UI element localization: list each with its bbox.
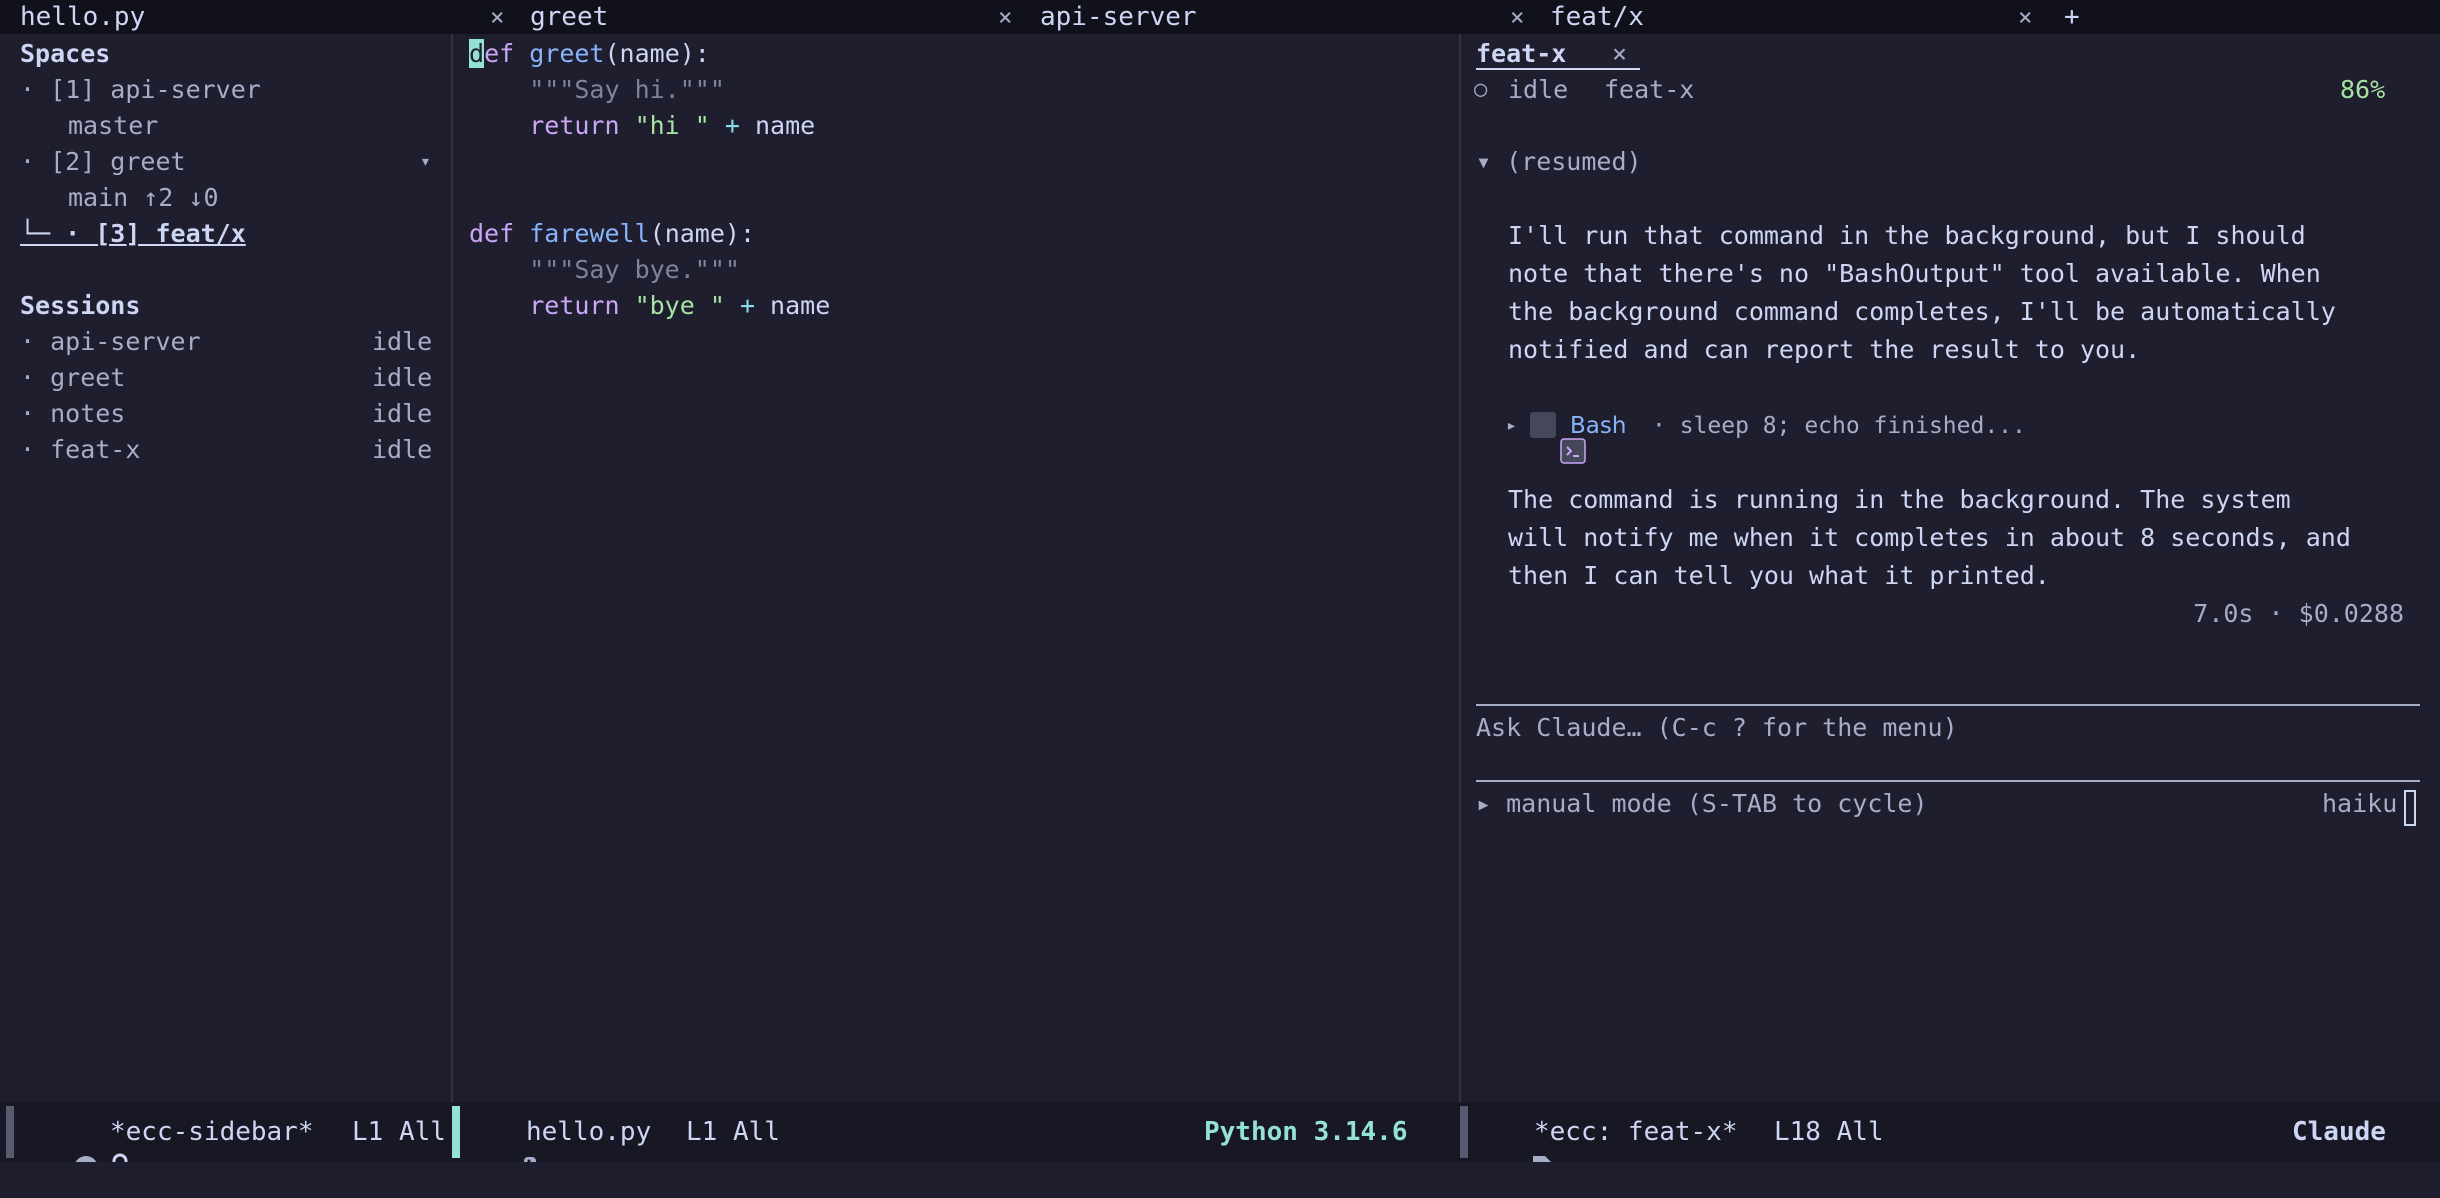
resumed-toggle[interactable]: ▾ (resumed) bbox=[1476, 144, 1642, 180]
spaces-heading: Spaces bbox=[20, 39, 111, 68]
file-icon bbox=[1500, 1118, 1552, 1180]
tool-name[interactable]: Bash bbox=[1570, 408, 1626, 444]
emoji-icon bbox=[42, 1118, 99, 1180]
tab-close-icon[interactable]: × bbox=[1510, 0, 1524, 34]
code-token: """Say hi.""" bbox=[469, 75, 725, 104]
claude-tab[interactable]: feat-x bbox=[1476, 36, 1566, 72]
modeline-major-mode[interactable]: Python 3.14.6 bbox=[1204, 1102, 1408, 1162]
space-branch-main[interactable]: main ↑2 ↓0 bbox=[68, 180, 219, 216]
tab-close-icon[interactable]: × bbox=[2018, 0, 2032, 34]
code-line[interactable]: return "bye " + name bbox=[469, 288, 830, 324]
assistant-message-line: notified and can report the result to yo… bbox=[1508, 335, 2141, 364]
chevron-down-icon[interactable]: ▾ bbox=[420, 144, 431, 180]
code-token: greet bbox=[529, 39, 605, 68]
lock-icon bbox=[78, 1116, 130, 1180]
tab-feat-x[interactable]: feat/x bbox=[1550, 0, 1644, 34]
code-token: + bbox=[709, 111, 755, 140]
code-token: def bbox=[469, 219, 530, 248]
new-tab-icon[interactable]: + bbox=[2064, 0, 2080, 34]
editor-pane[interactable]: def greet(name): """Say hi.""" return "h… bbox=[453, 34, 1459, 1102]
modeline-position: L1 All bbox=[352, 1117, 446, 1147]
context-percent: 86% bbox=[2340, 75, 2386, 104]
code-token: name bbox=[755, 111, 816, 140]
session-status: idle bbox=[1508, 75, 1569, 104]
tab-greet[interactable]: greet bbox=[530, 0, 608, 34]
code-token: (name): bbox=[649, 219, 755, 248]
space-item-feat-x-selected[interactable]: └─ · [3] feat/x bbox=[20, 216, 246, 252]
tab-api-server[interactable]: api-server bbox=[1040, 0, 1197, 34]
assistant-message-line: the background command completes, I'll b… bbox=[1508, 297, 2336, 326]
code-token: """Say bye.""" bbox=[469, 255, 740, 284]
tool-detail: · sleep 8; echo finished... bbox=[1652, 413, 2026, 439]
session-status: idle bbox=[372, 327, 433, 356]
pane-divider[interactable] bbox=[1459, 34, 1461, 1102]
terminal-icon bbox=[1530, 412, 1586, 464]
cursor: d bbox=[469, 39, 485, 68]
modeline-major-mode[interactable]: Claude bbox=[2292, 1102, 2386, 1162]
text-cursor bbox=[2404, 790, 2416, 826]
status-circle-icon: ○ bbox=[1474, 77, 1488, 102]
tab-hello-py[interactable]: hello.py bbox=[20, 0, 145, 34]
code-token: ef bbox=[484, 39, 530, 68]
modeline-divider bbox=[1460, 1106, 1468, 1158]
modeline-position: L18 All bbox=[1774, 1117, 1884, 1147]
claude-tab-underline bbox=[1476, 68, 1640, 70]
mode-toggle[interactable]: ▸ manual mode (S-TAB to cycle) bbox=[1476, 786, 1928, 822]
session-status: idle bbox=[372, 399, 433, 428]
assistant-message-line: then I can tell you what it printed. bbox=[1508, 561, 2050, 590]
close-icon[interactable]: × bbox=[1612, 36, 1627, 72]
space-branch-master[interactable]: master bbox=[68, 108, 158, 144]
code-token: return bbox=[469, 291, 635, 320]
response-stats: 7.0s · $0.0288 bbox=[2193, 599, 2404, 628]
modeline-edge bbox=[6, 1106, 14, 1158]
code-token: (name): bbox=[604, 39, 710, 68]
expand-arrow-icon[interactable]: ▸ bbox=[1506, 408, 1517, 444]
model-name[interactable]: haiku bbox=[2322, 786, 2397, 822]
code-line[interactable]: def greet(name): bbox=[469, 36, 710, 72]
input-top-rule bbox=[1476, 704, 2420, 706]
code-token: "bye " bbox=[634, 291, 725, 320]
session-name: feat-x bbox=[1604, 75, 1695, 104]
code-token: name bbox=[770, 291, 831, 320]
session-status: idle bbox=[372, 363, 433, 392]
python-icon bbox=[490, 1118, 545, 1179]
session-item[interactable]: · notes bbox=[20, 396, 125, 432]
code-line[interactable]: def farewell(name): bbox=[469, 216, 755, 252]
code-token: "hi " bbox=[634, 111, 710, 140]
code-line[interactable]: """Say bye.""" bbox=[469, 252, 740, 288]
tab-bar: hello.py × greet × api-server × feat/x ×… bbox=[0, 0, 2440, 34]
tab-close-icon[interactable]: × bbox=[490, 0, 504, 34]
code-token: return bbox=[469, 111, 635, 140]
modeline-buffer-hello-py[interactable]: hello.py bbox=[526, 1102, 651, 1162]
space-item-api-server[interactable]: · [1] api-server bbox=[20, 72, 261, 108]
session-item[interactable]: · api-server bbox=[20, 324, 201, 360]
session-status: idle bbox=[372, 435, 433, 464]
modeline-active-marker bbox=[452, 1106, 460, 1158]
sessions-heading: Sessions bbox=[20, 291, 141, 320]
modeline-position: L1 All bbox=[686, 1117, 780, 1147]
assistant-message-line: will notify me when it completes in abou… bbox=[1508, 523, 2351, 552]
tab-close-icon[interactable]: × bbox=[998, 0, 1012, 34]
assistant-message-line: I'll run that command in the background,… bbox=[1508, 221, 2306, 250]
assistant-message-line: note that there's no "BashOutput" tool a… bbox=[1508, 259, 2321, 288]
code-token: farewell bbox=[529, 219, 650, 248]
assistant-message-line: The command is running in the background… bbox=[1508, 485, 2291, 514]
input-bottom-rule bbox=[1476, 780, 2420, 782]
code-line[interactable]: """Say hi.""" bbox=[469, 72, 725, 108]
space-item-greet[interactable]: · [2] greet bbox=[20, 144, 186, 180]
claude-input[interactable]: Ask Claude… (C-c ? for the menu) bbox=[1476, 710, 1958, 746]
code-token: + bbox=[724, 291, 771, 320]
modeline-buffer-sidebar[interactable]: *ecc-sidebar* bbox=[110, 1102, 314, 1162]
session-item[interactable]: · feat-x bbox=[20, 432, 140, 468]
echo-area[interactable] bbox=[0, 1162, 2440, 1198]
modeline-buffer-ecc[interactable]: *ecc: feat-x* bbox=[1534, 1102, 1738, 1162]
code-line[interactable]: return "hi " + name bbox=[469, 108, 815, 144]
session-item[interactable]: · greet bbox=[20, 360, 125, 396]
